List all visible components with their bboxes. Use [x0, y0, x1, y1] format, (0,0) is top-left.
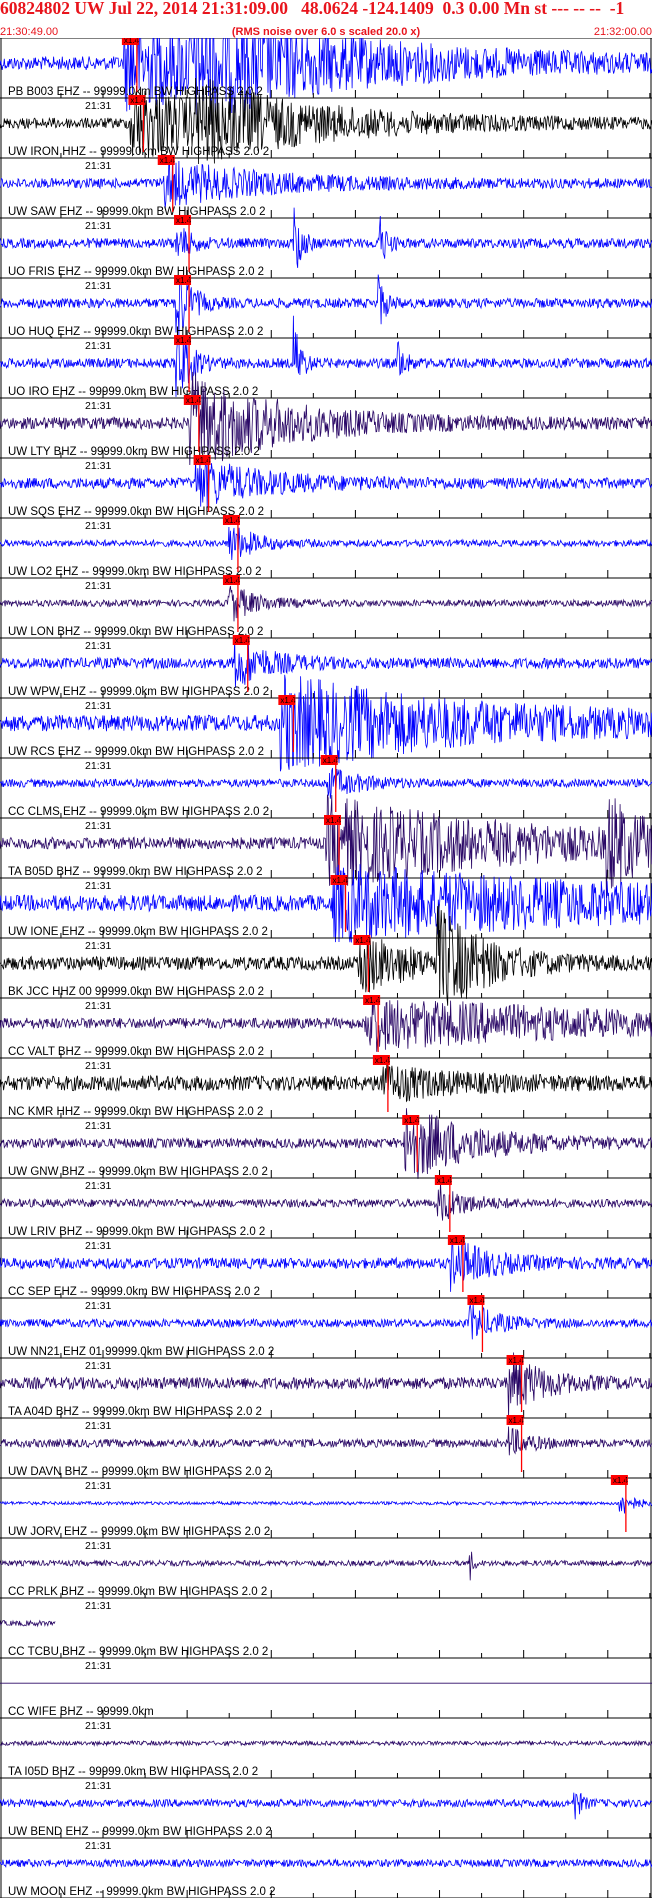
station-label: UW LON BHZ -- 99999.0km BW HIGHPASS 2.0 … [8, 626, 263, 638]
time-mark: 21:31 [85, 1720, 111, 1732]
station-label: UW MOON EHZ -- 99999.0km BW HIGHPASS 2.0… [8, 1886, 276, 1898]
waveform [0, 767, 652, 799]
event-title: 60824802 UW Jul 22, 2014 21:31:09.00 48.… [0, 0, 625, 18]
station-label: BK JCC HHZ 00 99999.0km BW HIGHPASS 2.0 … [8, 986, 264, 998]
time-mark: 21:31 [85, 1180, 111, 1192]
station-label: TA I05D BHZ -- 99999.0km BW HIGHPASS 2.0… [8, 1766, 258, 1778]
time-mark: 21:31 [85, 1300, 111, 1312]
station-label: CC TCBU BHZ -- 99999.0km BW HIGHPASS 2.0… [8, 1646, 268, 1658]
waveform [0, 1739, 652, 1747]
station-label: UW WPW EHZ -- 99999.0km BW HIGHPASS 2.0 … [8, 686, 269, 698]
time-mark: 21:31 [85, 580, 111, 592]
time-mark: 21:31 [85, 160, 111, 172]
time-mark: 21:31 [85, 760, 111, 772]
time-mark: 21:31 [85, 880, 111, 892]
station-label: UW NN21 EHZ 01 99999.0km BW HIGHPASS 2.0… [8, 1346, 274, 1358]
station-label: UO FRIS EHZ -- 99999.0km BW HIGHPASS 2.0… [8, 266, 264, 278]
time-mark: 21:31 [85, 1660, 111, 1672]
time-mark: 21:31 [85, 1780, 111, 1792]
station-label: TA A04D BHZ -- 99999.0km BW HIGHPASS 2.0… [8, 1406, 262, 1418]
station-label: UW SAW EHZ -- 99999.0km BW HIGHPASS 2.0 … [8, 206, 266, 218]
station-label: UW DAVN BHZ -- 99999.0km BW HIGHPASS 2.0… [8, 1466, 271, 1478]
time-mark: 21:31 [85, 1420, 111, 1432]
station-label: UW GNW BHZ -- 99999.0km BW HIGHPASS 2.0 … [8, 1166, 268, 1178]
time-mark: 21:31 [85, 1000, 111, 1012]
station-label: UW BEND EHZ -- 99999.0km BW HIGHPASS 2.0… [8, 1826, 272, 1838]
station-label: UW JORV EHZ -- 99999.0km BW HIGHPASS 2.0… [8, 1526, 270, 1538]
time-mark: 21:31 [85, 1240, 111, 1252]
station-label: CC VALT BHZ -- 99999.0km BW HIGHPASS 2.0… [8, 1046, 264, 1058]
time-mark: 21:31 [85, 1120, 111, 1132]
time-mark: 21:31 [85, 1060, 111, 1072]
time-mark: 21:31 [85, 460, 111, 472]
station-label: UW IRON HHZ -- 99999.0km BW HIGHPASS 2.0… [8, 146, 269, 158]
time-mark: 21:31 [85, 220, 111, 232]
station-label: CC CLMS EHZ -- 99999.0km BW HIGHPASS 2.0… [8, 806, 269, 818]
time-mark: 21:31 [85, 700, 111, 712]
station-label: UW RCS EHZ -- 99999.0km BW HIGHPASS 2.0 … [8, 746, 264, 758]
station-label: CC SEP EHZ -- 99999.0km BW HIGHPASS 2.0 … [8, 1286, 260, 1298]
time-mark: 21:31 [85, 340, 111, 352]
station-label: UW LTY BHZ -- 99999.0km BW HIGHPASS 2.0 … [8, 446, 260, 458]
time-mark: 21:31 [85, 1480, 111, 1492]
waveform [0, 1619, 56, 1628]
station-label: UW LRIV BHZ -- 99999.0km BW HIGHPASS 2.0… [8, 1226, 265, 1238]
rms-note: (RMS noise over 6.0 s scaled 20.0 x) [231, 26, 421, 38]
time-mark: 21:31 [85, 280, 111, 292]
waveform [0, 1496, 652, 1514]
waveform [0, 1792, 652, 1820]
time-mark: 21:31 [85, 1360, 111, 1372]
time-mark: 21:31 [85, 400, 111, 412]
station-label: UW IONE EHZ -- 99999.0km BW HIGHPASS 2.0… [8, 926, 268, 938]
time-mark: 21:31 [85, 520, 111, 532]
station-label: NC KMR HHZ -- 99999.0km BW HIGHPASS 2.0 … [8, 1106, 263, 1118]
station-label: CC PRLK BHZ -- 99999.0km BW HIGHPASS 2.0… [8, 1586, 267, 1598]
time-mark: 21:31 [85, 100, 111, 112]
time-mark: 21:31 [85, 640, 111, 652]
station-label: TA B05D BHZ -- 99999.0km BW HIGHPASS 2.0… [8, 866, 263, 878]
waveform [0, 1551, 652, 1581]
end-time: 21:32:00.00 [593, 26, 652, 38]
seismogram-panel: PB B003 EHZ -- 99999.0km BW HIGHPASS 2.0… [0, 38, 652, 1898]
time-mark: 21:31 [85, 1600, 111, 1612]
station-label: CC WIFE BHZ -- 99999.0km [8, 1706, 154, 1718]
time-mark: 21:31 [85, 940, 111, 952]
time-mark: 21:31 [85, 1840, 111, 1852]
station-label: UO IRO EHZ -- 99999.0km BW HIGHPASS 2.0 … [8, 386, 258, 398]
time-mark: 21:31 [85, 820, 111, 832]
time-mark: 21:31 [85, 1540, 111, 1552]
station-label: UO HUQ EHZ -- 99999.0km BW HIGHPASS 2.0 … [8, 326, 263, 338]
waveform [0, 1858, 652, 1869]
